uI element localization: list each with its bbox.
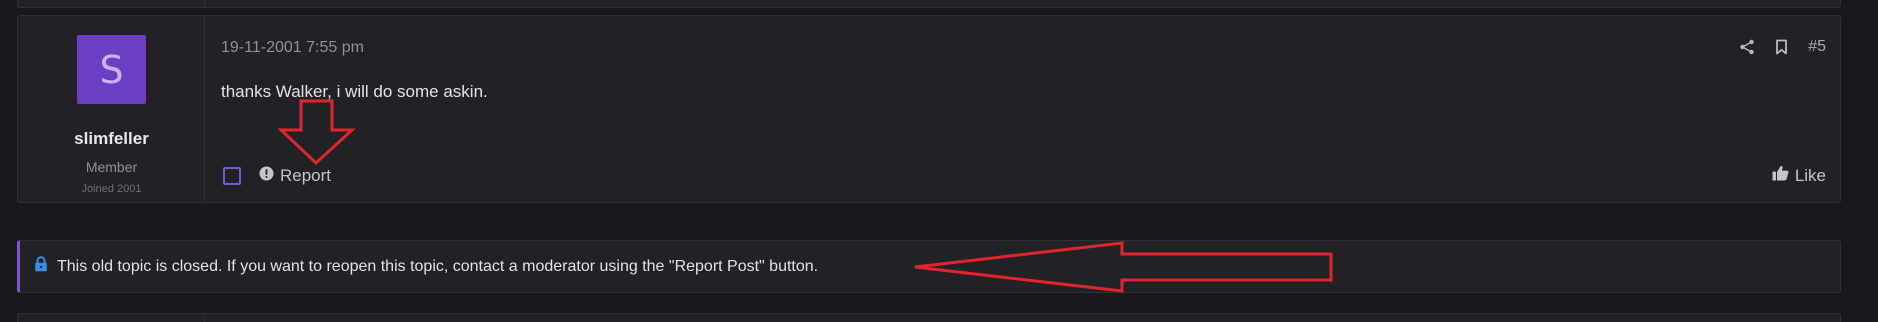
closed-topic-notice: This old topic is closed. If you want to… bbox=[17, 240, 1841, 293]
next-post bbox=[17, 313, 1841, 322]
report-button[interactable]: Report bbox=[259, 166, 331, 186]
select-post-checkbox[interactable] bbox=[223, 167, 241, 185]
bookmark-icon[interactable] bbox=[1775, 39, 1788, 55]
previous-post-user-cell bbox=[18, 0, 205, 7]
post-footer-left: Report bbox=[223, 166, 331, 186]
post-user-cell: S slimfeller Member Joined 2001 bbox=[18, 16, 205, 202]
closed-topic-notice-text: This old topic is closed. If you want to… bbox=[57, 257, 819, 275]
post-actions: #5 bbox=[1739, 38, 1826, 56]
avatar-letter: S bbox=[99, 47, 124, 92]
alert-icon bbox=[259, 166, 274, 186]
like-label: Like bbox=[1794, 165, 1826, 185]
user-joined: Joined 2001 bbox=[81, 183, 142, 195]
avatar[interactable]: S bbox=[77, 35, 146, 104]
thread-page: S slimfeller Member Joined 2001 19-11-20… bbox=[0, 0, 1878, 322]
previous-post bbox=[17, 0, 1841, 8]
post-body: thanks Walker, i will do some askin. bbox=[221, 82, 488, 101]
report-label: Report bbox=[280, 166, 332, 185]
thumbs-up-icon bbox=[1772, 165, 1789, 186]
post: S slimfeller Member Joined 2001 19-11-20… bbox=[17, 15, 1841, 203]
username[interactable]: slimfeller bbox=[18, 129, 205, 149]
post-number[interactable]: #5 bbox=[1808, 38, 1826, 56]
post-date[interactable]: 19-11-2001 7:55 pm bbox=[221, 39, 364, 57]
lock-icon bbox=[34, 256, 48, 277]
share-icon[interactable] bbox=[1739, 39, 1755, 55]
next-post-user-cell bbox=[18, 314, 205, 322]
like-button[interactable]: Like bbox=[1772, 165, 1826, 186]
user-role: Member bbox=[85, 159, 138, 175]
